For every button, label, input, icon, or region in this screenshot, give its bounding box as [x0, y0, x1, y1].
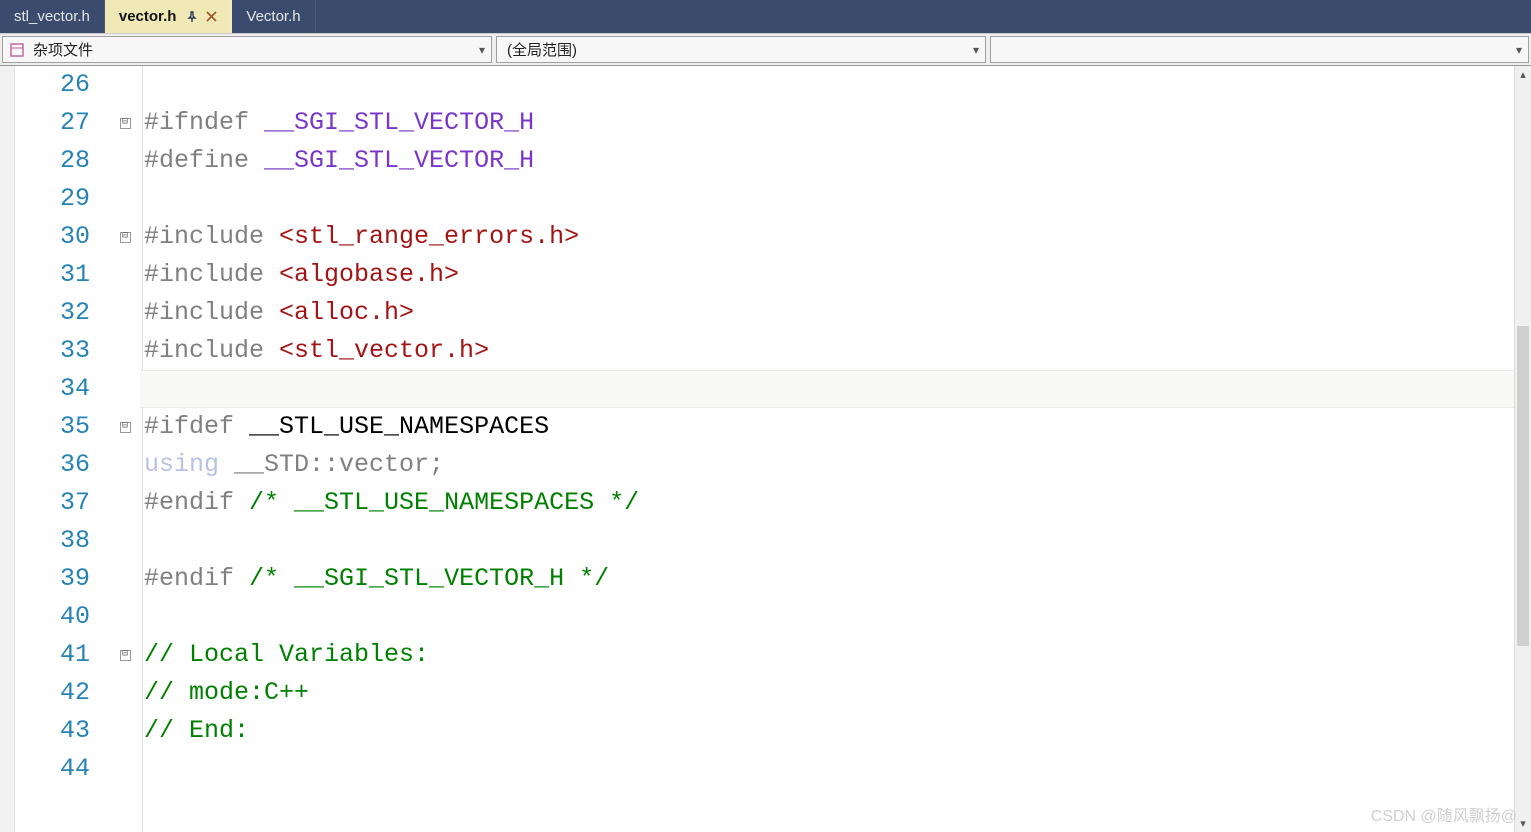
- code-line[interactable]: #define __SGI_STL_VECTOR_H: [140, 142, 1531, 180]
- dropdown-text: 杂项文件: [31, 39, 473, 60]
- code-line[interactable]: using __STD::vector;: [140, 446, 1531, 484]
- tab-label: Vector.h: [246, 8, 300, 25]
- code-area[interactable]: #ifndef __SGI_STL_VECTOR_H #define __SGI…: [140, 66, 1531, 832]
- line-number: 42: [15, 674, 90, 712]
- code-line[interactable]: // End:: [140, 712, 1531, 750]
- scroll-thumb[interactable]: [1517, 326, 1529, 646]
- fold-toggle-icon[interactable]: ⊟: [120, 650, 131, 661]
- chevron-down-icon: ▾: [1510, 43, 1528, 57]
- code-line[interactable]: [140, 598, 1531, 636]
- outlining-guide: [142, 66, 143, 832]
- code-line[interactable]: #endif /* __SGI_STL_VECTOR_H */: [140, 560, 1531, 598]
- vertical-scrollbar[interactable]: ▴ ▾: [1514, 66, 1531, 832]
- code-line[interactable]: // mode:C++: [140, 674, 1531, 712]
- pin-icon[interactable]: [186, 11, 198, 23]
- line-number: 36: [15, 446, 90, 484]
- scroll-down-icon[interactable]: ▾: [1515, 815, 1531, 832]
- chevron-down-icon: ▾: [473, 43, 491, 57]
- code-line[interactable]: #include <alloc.h>: [140, 294, 1531, 332]
- line-number: 34: [15, 370, 90, 408]
- code-line[interactable]: [140, 180, 1531, 218]
- scroll-up-icon[interactable]: ▴: [1515, 66, 1531, 83]
- member-scope-dropdown[interactable]: ▾: [990, 36, 1529, 63]
- editor: 26 27 28 29 30 31 32 33 34 35 36 37 38 3…: [0, 66, 1531, 832]
- line-number: 27: [15, 104, 90, 142]
- symbol-scope-dropdown[interactable]: (全局范围) ▾: [496, 36, 986, 63]
- line-number: 39: [15, 560, 90, 598]
- line-number-gutter: 26 27 28 29 30 31 32 33 34 35 36 37 38 3…: [15, 66, 110, 832]
- current-line-highlight: [140, 370, 1516, 408]
- line-number: 38: [15, 522, 90, 560]
- close-icon[interactable]: [206, 11, 217, 22]
- line-number: 44: [15, 750, 90, 788]
- line-number: 32: [15, 294, 90, 332]
- code-line[interactable]: [140, 66, 1531, 104]
- code-line[interactable]: #include <stl_range_errors.h>: [140, 218, 1531, 256]
- line-number: 31: [15, 256, 90, 294]
- fold-toggle-icon[interactable]: ⊟: [120, 118, 131, 129]
- project-icon: [7, 40, 27, 60]
- code-line[interactable]: // Local Variables:: [140, 636, 1531, 674]
- code-line[interactable]: [140, 750, 1531, 788]
- code-line[interactable]: [140, 522, 1531, 560]
- tab-label: vector.h: [119, 8, 177, 25]
- tab-label: stl_vector.h: [14, 8, 90, 25]
- tab-bar: stl_vector.h vector.h Vector.h: [0, 0, 1531, 34]
- indicator-margin: [0, 66, 15, 832]
- scope-toolbar: 杂项文件 ▾ (全局范围) ▾ ▾: [0, 34, 1531, 66]
- project-scope-dropdown[interactable]: 杂项文件 ▾: [2, 36, 492, 63]
- fold-toggle-icon[interactable]: ⊟: [120, 232, 131, 243]
- code-line[interactable]: #include <stl_vector.h>: [140, 332, 1531, 370]
- line-number: 40: [15, 598, 90, 636]
- tab-stl-vector-h[interactable]: stl_vector.h: [0, 0, 105, 33]
- code-line[interactable]: #ifndef __SGI_STL_VECTOR_H: [140, 104, 1531, 142]
- line-number: 28: [15, 142, 90, 180]
- line-number: 29: [15, 180, 90, 218]
- outlining-margin: ⊟ ⊟ ⊟ ⊟: [110, 66, 140, 832]
- code-line[interactable]: #include <algobase.h>: [140, 256, 1531, 294]
- chevron-down-icon: ▾: [967, 43, 985, 57]
- code-line[interactable]: #endif /* __STL_USE_NAMESPACES */: [140, 484, 1531, 522]
- line-number: 30: [15, 218, 90, 256]
- line-number: 37: [15, 484, 90, 522]
- fold-toggle-icon[interactable]: ⊟: [120, 422, 131, 433]
- line-number: 33: [15, 332, 90, 370]
- watermark-text: CSDN @随风飘扬@: [1371, 802, 1517, 826]
- dropdown-text: (全局范围): [497, 39, 967, 60]
- line-number: 41: [15, 636, 90, 674]
- line-number: 43: [15, 712, 90, 750]
- tab-vector-h-active[interactable]: vector.h: [105, 0, 233, 33]
- tab-vector-h-2[interactable]: Vector.h: [232, 0, 315, 33]
- line-number: 26: [15, 66, 90, 104]
- code-line[interactable]: #ifdef __STL_USE_NAMESPACES: [140, 408, 1531, 446]
- line-number: 35: [15, 408, 90, 446]
